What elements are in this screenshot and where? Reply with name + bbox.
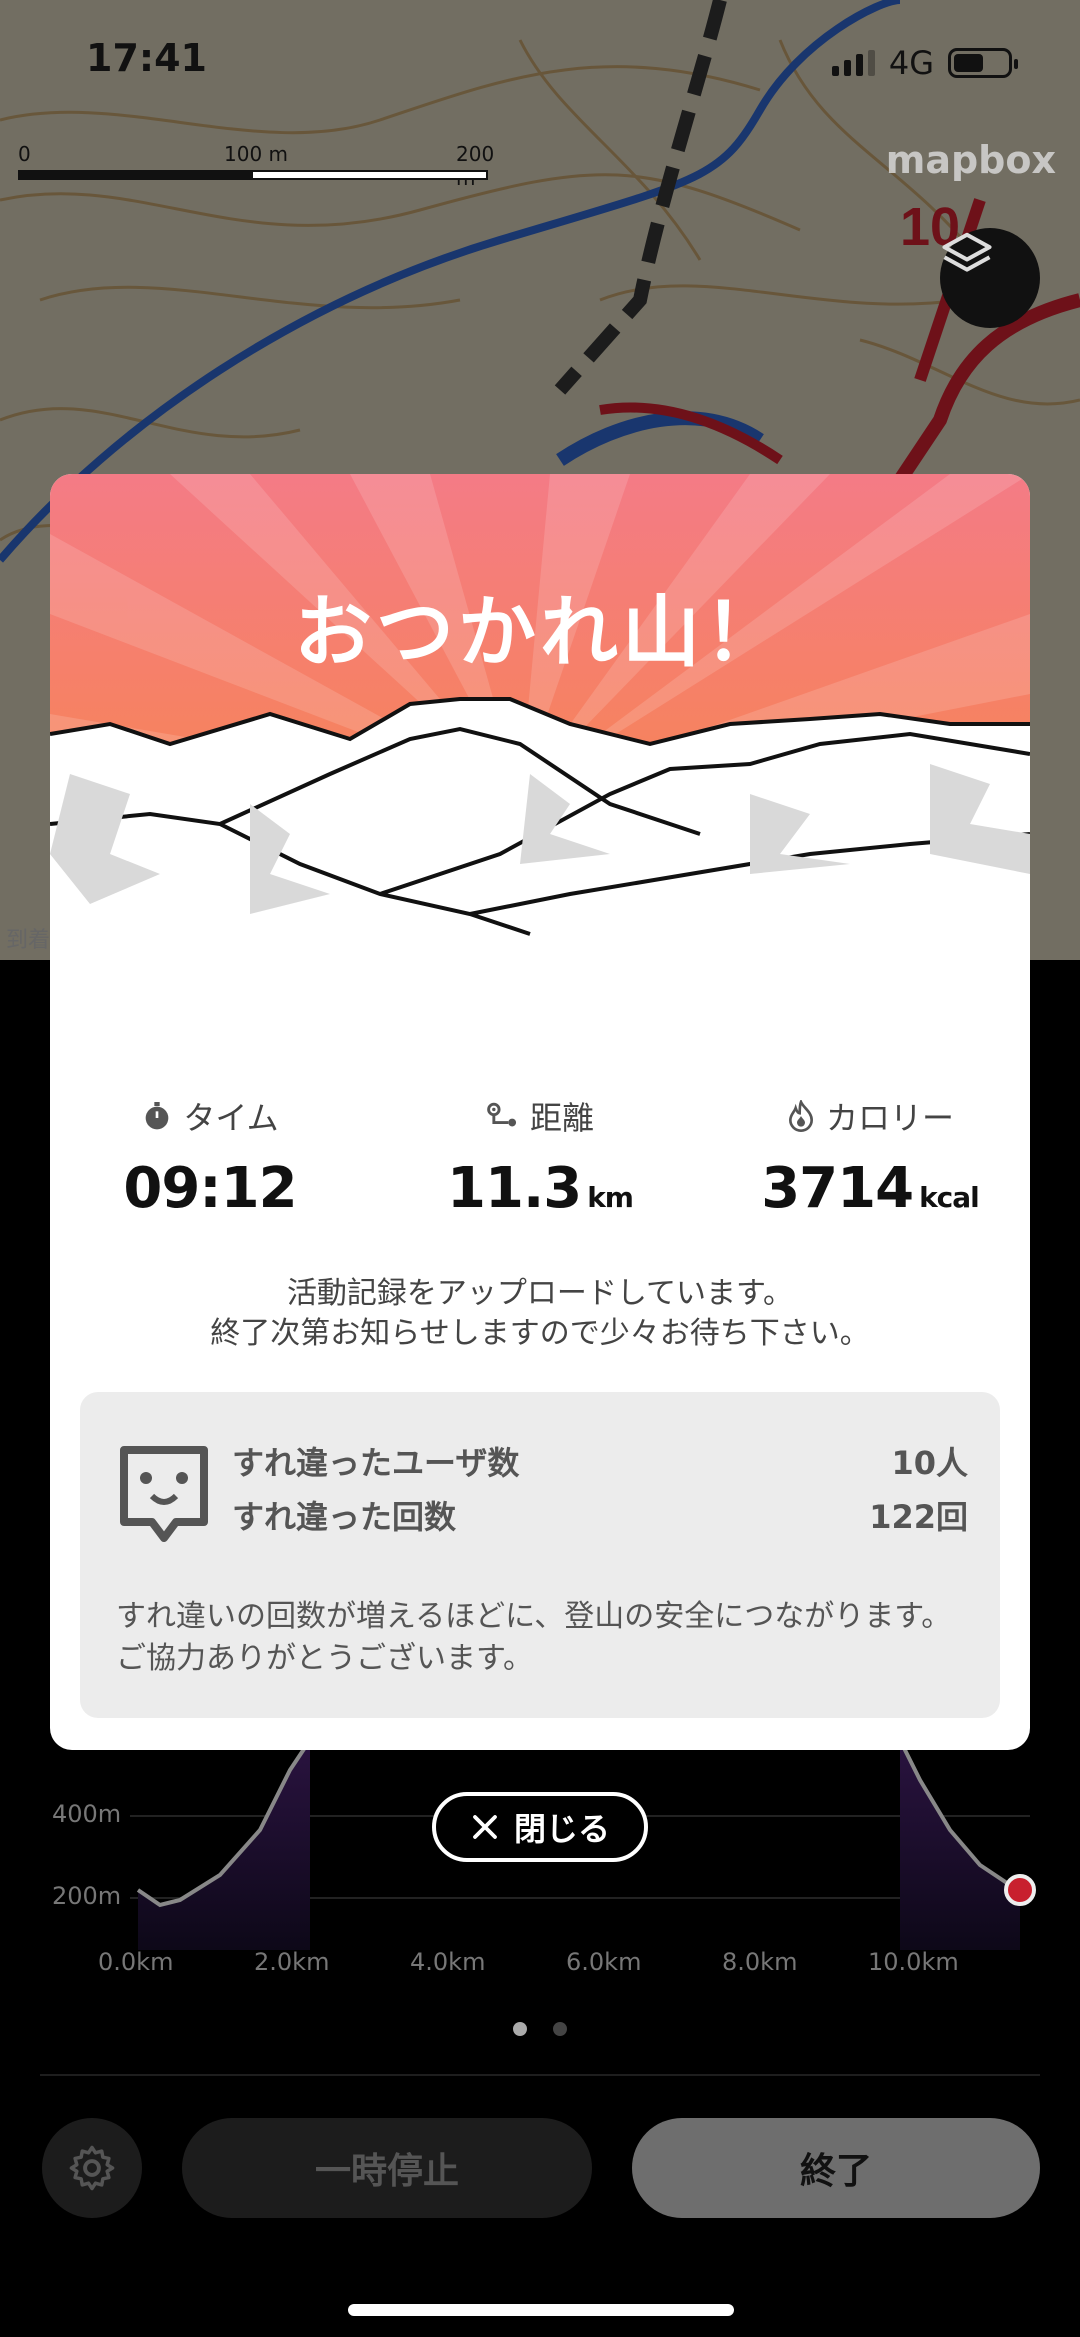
passing-users-label: すれ違ったユーザ数 [232, 1444, 520, 1482]
scale-label-100: 100 m [224, 142, 289, 166]
x-axis-label-6: 6.0km [566, 1948, 642, 1976]
stat-calorie-unit: kcal [919, 1181, 980, 1214]
status-icons: 4G [831, 44, 1018, 82]
close-button[interactable]: 閉じる [432, 1792, 648, 1862]
page-dot-2[interactable] [553, 2022, 567, 2036]
x-axis-label-8: 8.0km [722, 1948, 798, 1976]
summary-dialog: おつかれ山！ タイム 09:12 距離 11.3 km カロリー 3714 kc… [50, 474, 1030, 1750]
map-layers-button[interactable] [940, 228, 1040, 328]
stat-time-value: 09:12 [123, 1156, 297, 1221]
map-scale-bar: 0 100 m 200 m [18, 142, 498, 190]
close-icon [473, 1815, 497, 1839]
passing-info-box: すれ違ったユーザ数 10人 すれ違った回数 122回 すれ違いの回数が増えるほど… [80, 1392, 1000, 1718]
pause-button[interactable]: 一時停止 [182, 2118, 592, 2218]
stat-calorie-value: 3714 [761, 1156, 914, 1221]
passing-users-value: 10人 [891, 1444, 968, 1482]
x-axis-label-2: 2.0km [254, 1948, 330, 1976]
scale-label-200: 200 m [456, 142, 495, 190]
home-indicator [348, 2304, 734, 2316]
upload-message: 活動記録をアップロードしています。 終了次第お知らせしますので少々お待ち下さい。 [50, 1274, 1030, 1354]
current-position-marker [1004, 1874, 1036, 1906]
x-axis-label-4: 4.0km [410, 1948, 486, 1976]
stat-distance-unit: km [587, 1181, 634, 1214]
scale-label-0: 0 [18, 142, 31, 166]
passing-note: すれ違いの回数が増えるほどに、登山の安全につながります。ご協力ありがとうございま… [116, 1599, 952, 1676]
network-label: 4G [888, 44, 934, 82]
signal-icon [831, 50, 875, 76]
flame-icon [788, 1100, 813, 1132]
upload-message-line2: 終了次第お知らせしますので少々お待ち下さい。 [210, 1316, 870, 1351]
x-axis-label-10: 10.0km [868, 1948, 959, 1976]
mapbox-logo: mapbox [885, 138, 1056, 182]
status-time: 17:41 [86, 36, 207, 80]
battery-icon [948, 48, 1018, 78]
dialog-title: おつかれ山！ [293, 588, 786, 678]
gear-icon [69, 2145, 115, 2191]
stat-distance-label: 距離 [529, 1099, 594, 1137]
stat-calorie-label: カロリー [825, 1099, 954, 1137]
stat-time: タイム 09:12 [50, 1094, 370, 1221]
stopwatch-icon [145, 1102, 169, 1130]
end-button[interactable]: 終了 [632, 2118, 1040, 2218]
page-indicator [0, 2022, 1080, 2036]
upload-message-line1: 活動記録をアップロードしています。 [286, 1276, 794, 1311]
passing-count-row: すれ違った回数 122回 [232, 1492, 968, 1538]
close-button-label: 閉じる [513, 1810, 610, 1848]
route-icon [487, 1102, 517, 1127]
stat-distance-value: 11.3 [447, 1156, 582, 1221]
stat-time-label: タイム [183, 1099, 279, 1137]
x-axis-label-0: 0.0km [98, 1948, 174, 1976]
passing-count-value: 122回 [869, 1498, 968, 1536]
hero-banner: おつかれ山！ [50, 474, 1030, 1034]
stats-row: タイム 09:12 距離 11.3 km カロリー 3714 kcal [50, 1094, 1030, 1234]
passing-count-label: すれ違った回数 [232, 1498, 457, 1536]
stat-distance: 距離 11.3 km [380, 1094, 700, 1221]
layers-icon [942, 232, 992, 272]
arrive-label: 到着 [6, 928, 51, 953]
y-axis-label-400: 400m [52, 1800, 122, 1828]
passing-users-row: すれ違ったユーザ数 10人 [232, 1438, 968, 1484]
page-dot-1[interactable] [513, 2022, 527, 2036]
stat-calorie: カロリー 3714 kcal [710, 1094, 1030, 1221]
divider [40, 2074, 1040, 2076]
settings-button[interactable] [42, 2118, 142, 2218]
passing-face-icon [120, 1446, 208, 1542]
y-axis-label-200: 200m [52, 1882, 122, 1910]
